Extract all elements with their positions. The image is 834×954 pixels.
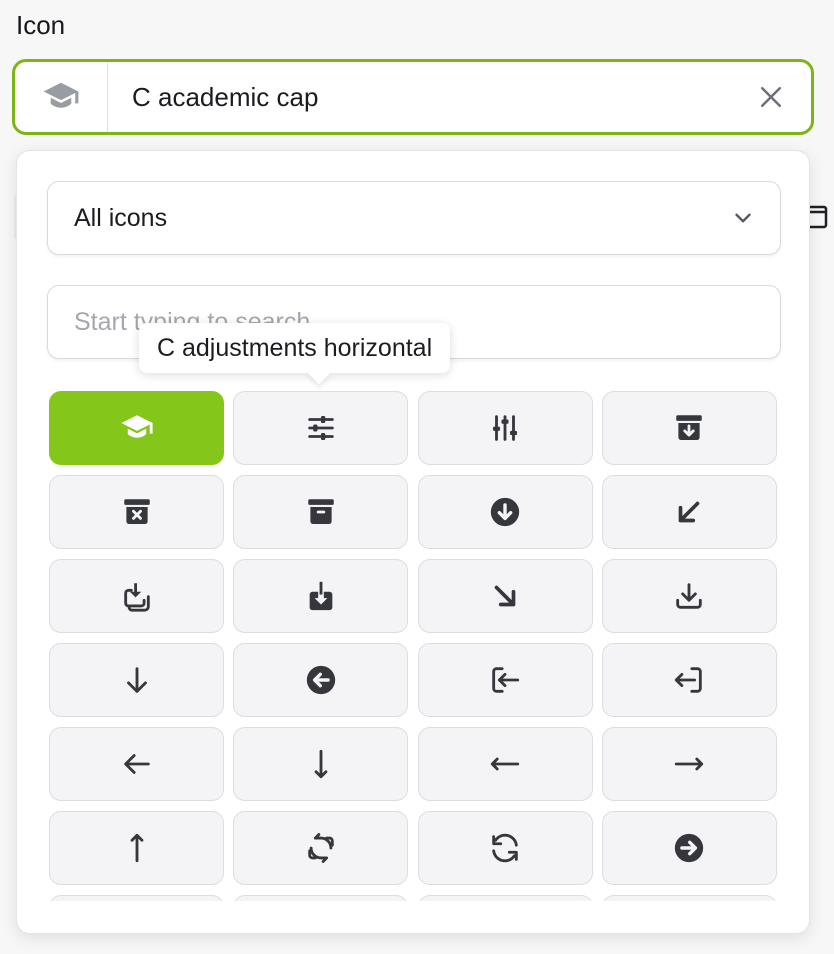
icon-grid	[49, 391, 779, 901]
icon-option[interactable]	[601, 475, 777, 549]
academic-cap-icon	[15, 62, 108, 132]
selected-icon-name: C academic cap	[132, 81, 319, 112]
icon-option[interactable]	[233, 895, 409, 901]
icon-option[interactable]	[417, 727, 593, 801]
arrow-path-icon	[488, 831, 522, 865]
icon-option[interactable]	[233, 727, 409, 801]
icon-tooltip: C adjustments horizontal	[139, 323, 451, 373]
icon-option[interactable]	[49, 811, 224, 885]
icon-option[interactable]	[601, 811, 777, 885]
icon-option[interactable]	[417, 643, 593, 717]
arrow-long-left-icon	[488, 747, 522, 781]
icon-option[interactable]	[601, 895, 777, 901]
icon-option[interactable]	[417, 559, 593, 633]
icon-option[interactable]	[601, 391, 777, 465]
icon-option[interactable]	[601, 727, 777, 801]
icon-option[interactable]	[49, 391, 224, 465]
icon-option[interactable]	[49, 475, 224, 549]
icon-option[interactable]	[417, 475, 593, 549]
icon-option[interactable]	[233, 643, 409, 717]
icon-option[interactable]	[49, 895, 224, 901]
archive-box-x-mark-icon	[120, 495, 154, 529]
icon-option[interactable]	[601, 643, 777, 717]
adjustments-vertical-icon	[488, 411, 522, 445]
arrow-down-icon	[120, 663, 154, 697]
arrow-long-right-icon	[672, 747, 706, 781]
clear-button[interactable]	[731, 62, 811, 132]
chevron-down-icon	[706, 182, 780, 254]
arrow-left-start-on-rectangle-icon	[672, 663, 706, 697]
icon-field-label: Icon	[16, 10, 66, 40]
arrow-path-rounded-square-icon	[304, 831, 338, 865]
academic-cap-icon	[120, 411, 154, 445]
archive-box-icon	[304, 495, 338, 529]
category-select-value: All icons	[74, 203, 168, 232]
category-select[interactable]: All icons	[47, 181, 781, 255]
icon-option[interactable]	[233, 475, 409, 549]
icon-option[interactable]	[233, 811, 409, 885]
arrow-down-tray-icon	[672, 579, 706, 613]
arrow-left-end-on-rectangle-icon	[488, 663, 522, 697]
arrow-down-right-icon	[488, 579, 522, 613]
icon-option[interactable]	[417, 811, 593, 885]
icon-option[interactable]	[49, 643, 224, 717]
close-icon	[761, 87, 781, 107]
icon-option[interactable]	[49, 727, 224, 801]
archive-box-arrow-down-icon	[672, 411, 706, 445]
arrow-left-icon	[120, 747, 154, 781]
arrow-down-on-square-stack-icon	[120, 579, 154, 613]
arrow-down-circle-icon	[488, 495, 522, 529]
arrow-down-on-square-icon	[304, 579, 338, 613]
icon-picker-dropdown: All icons C adjustments horizontal	[16, 150, 810, 934]
icon-option[interactable]	[601, 559, 777, 633]
icon-option[interactable]	[417, 895, 593, 901]
arrow-left-circle-icon	[304, 663, 338, 697]
adjustments-horizontal-icon	[304, 411, 338, 445]
icon-select-field[interactable]: C academic cap	[12, 59, 814, 135]
arrow-long-up-icon	[120, 831, 154, 865]
arrow-right-circle-icon	[672, 831, 706, 865]
icon-option[interactable]	[233, 559, 409, 633]
arrow-down-left-icon	[672, 495, 706, 529]
arrow-long-down-icon	[304, 747, 338, 781]
icon-option[interactable]	[417, 391, 593, 465]
icon-option[interactable]	[49, 559, 224, 633]
icon-option[interactable]	[233, 391, 409, 465]
